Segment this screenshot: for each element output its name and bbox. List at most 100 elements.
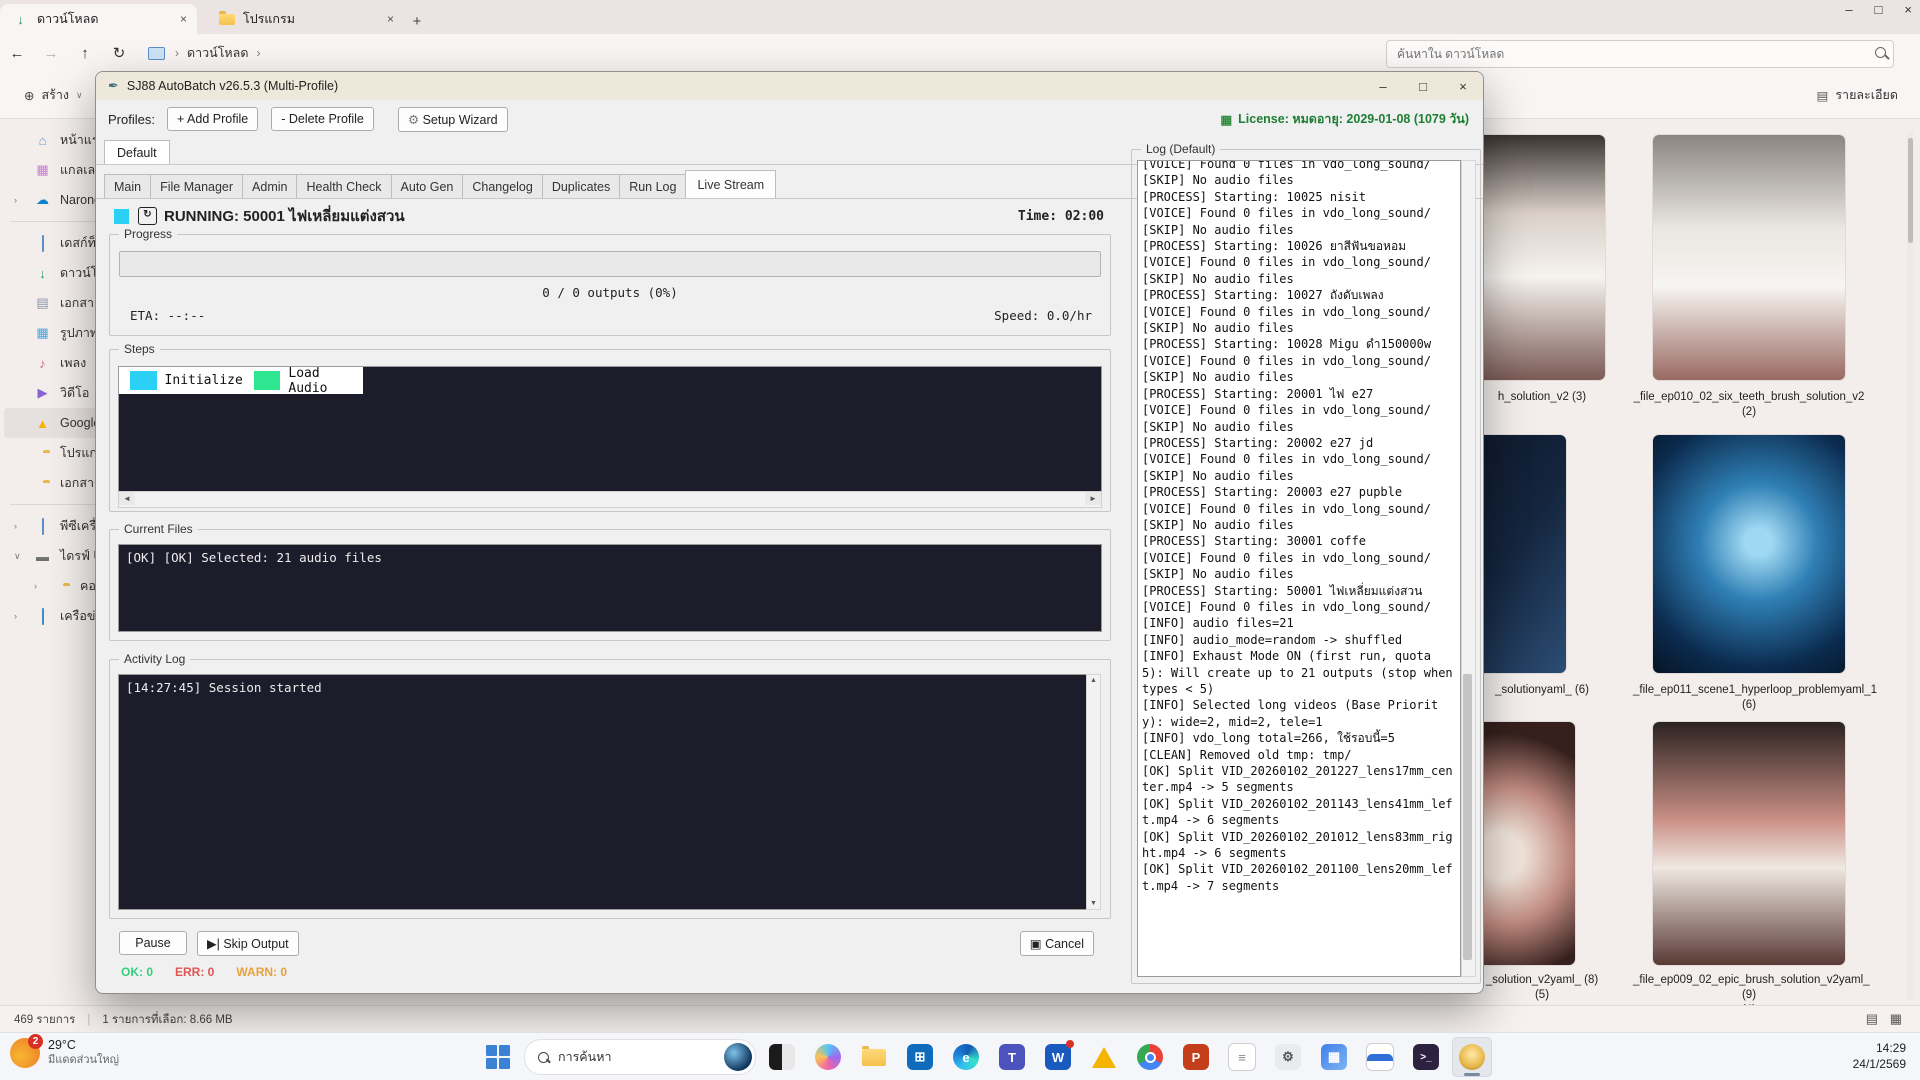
- scroll-down-icon[interactable]: ▼: [1087, 900, 1100, 907]
- search-label: การค้นหา: [558, 1050, 612, 1064]
- snipping-tool-icon[interactable]: [762, 1037, 802, 1077]
- scrollbar-thumb[interactable]: [1908, 138, 1913, 243]
- tab-changelog[interactable]: Changelog: [462, 174, 543, 198]
- taskbar: 2 29°C มีแดดส่วนใหญ่ การค้นหา ⊞ e T W P …: [0, 1032, 1920, 1080]
- tab-run-log[interactable]: Run Log: [619, 174, 687, 198]
- download-tab-icon: ↓: [17, 11, 24, 27]
- tab-main[interactable]: Main: [104, 174, 152, 198]
- log-scrollbar[interactable]: [1461, 160, 1476, 977]
- file-explorer-icon[interactable]: [854, 1037, 894, 1077]
- cancel-button[interactable]: ▣ Cancel: [1019, 931, 1094, 956]
- video-icon: ▶: [37, 385, 48, 400]
- network-icon: [34, 607, 51, 625]
- start-button[interactable]: [478, 1037, 518, 1077]
- steps-canvas[interactable]: Initialize Load Audio: [118, 366, 1102, 492]
- tab-health-check[interactable]: Health Check: [296, 174, 392, 198]
- tab-live-stream[interactable]: Live Stream: [685, 170, 777, 198]
- expand-chevron-icon[interactable]: ›: [14, 195, 17, 205]
- explorer-scrollbar[interactable]: [1907, 130, 1914, 1000]
- steps-horizontal-scrollbar[interactable]: ◄ ►: [118, 491, 1102, 508]
- pause-button[interactable]: Pause: [119, 931, 187, 955]
- powerpoint-icon[interactable]: P: [1176, 1037, 1216, 1077]
- breadcrumb[interactable]: ดาวน์โหลด: [187, 43, 248, 63]
- new-tab-button[interactable]: +: [404, 8, 430, 34]
- add-profile-button[interactable]: + Add Profile: [166, 107, 259, 131]
- delete-profile-button[interactable]: - Delete Profile: [271, 107, 374, 131]
- breadcrumb-chevron-icon[interactable]: ›: [256, 46, 260, 60]
- close-icon[interactable]: ×: [1904, 2, 1912, 17]
- details-pane-button[interactable]: ▤ รายละเอียด: [1817, 81, 1898, 109]
- profiles-label: Profiles:: [108, 111, 155, 127]
- tab-auto-gen[interactable]: Auto Gen: [390, 174, 464, 198]
- weather-widget[interactable]: 2 29°C มีแดดส่วนใหญ่: [10, 1034, 119, 1068]
- tab-admin[interactable]: Admin: [242, 174, 298, 198]
- minimize-button[interactable]: –: [1363, 72, 1403, 100]
- google-drive-icon[interactable]: [1084, 1037, 1124, 1077]
- file-name[interactable]: _solutionyaml_ (6): [1462, 683, 1622, 698]
- title-bar[interactable]: ✒ SJ88 AutoBatch v26.5.3 (Multi-Profile)…: [96, 72, 1483, 100]
- tab-duplicates[interactable]: Duplicates: [541, 174, 621, 198]
- log-text-area[interactable]: [VOICE] Found 0 files in vdo_long_sound/…: [1137, 160, 1461, 977]
- edge-icon[interactable]: e: [946, 1037, 986, 1077]
- profile-tab-default[interactable]: Default: [104, 140, 170, 165]
- close-tab-icon[interactable]: ×: [387, 12, 394, 26]
- app-feather-icon: ✒: [108, 78, 119, 93]
- forward-icon[interactable]: →: [34, 45, 68, 62]
- expand-chevron-icon[interactable]: ›: [14, 521, 17, 531]
- word-icon[interactable]: W: [1038, 1037, 1078, 1077]
- expand-chevron-icon[interactable]: ›: [14, 611, 17, 621]
- activity-log-scrollbar[interactable]: ▲ ▼: [1086, 674, 1101, 910]
- file-thumbnail[interactable]: [1653, 722, 1845, 965]
- file-name[interactable]: _solution_v2yaml_ (8) (5): [1462, 973, 1622, 1003]
- copilot-icon[interactable]: [808, 1037, 848, 1077]
- minimize-icon[interactable]: –: [1845, 2, 1852, 17]
- taskbar-search-box[interactable]: การค้นหา: [524, 1039, 756, 1075]
- thumbnail-view-icon[interactable]: ▦: [1890, 1011, 1902, 1027]
- microsoft-store-icon[interactable]: ⊞: [900, 1037, 940, 1077]
- close-tab-icon[interactable]: ×: [180, 12, 187, 26]
- file-thumbnail[interactable]: [1653, 435, 1845, 673]
- photos-icon[interactable]: ▦: [1314, 1037, 1354, 1077]
- run-status-row: ↻ RUNNING: 50001 ไฟเหลี่ยมแต่งสวน Time: …: [114, 205, 1104, 227]
- notification-badge: [1066, 1040, 1074, 1048]
- plus-circle-icon: ⊕: [24, 88, 35, 103]
- explorer-tab-downloads[interactable]: ↓ ดาวน์โหลด ×: [0, 4, 197, 34]
- refresh-icon[interactable]: ↻: [102, 44, 136, 62]
- bing-daily-image-icon[interactable]: [724, 1043, 752, 1071]
- expand-chevron-icon[interactable]: ›: [34, 581, 37, 591]
- maximize-icon[interactable]: □: [1875, 2, 1883, 17]
- new-item-button[interactable]: ⊕ สร้าง ∨: [14, 81, 93, 109]
- skip-output-button[interactable]: ▶| Skip Output: [197, 931, 299, 956]
- explorer-tab-programs[interactable]: โปรแกรม ×: [207, 4, 404, 34]
- scroll-up-icon[interactable]: ▲: [1087, 675, 1100, 684]
- teams-icon[interactable]: T: [992, 1037, 1032, 1077]
- explorer-search-input[interactable]: [1386, 40, 1894, 68]
- back-icon[interactable]: ←: [0, 45, 34, 62]
- file-thumbnail[interactable]: [1653, 135, 1845, 380]
- current-files-text[interactable]: [OK] [OK] Selected: 21 audio files: [118, 544, 1102, 632]
- error-counter: ERR: 0: [175, 965, 215, 979]
- setup-wizard-button[interactable]: ⚙ Setup Wizard: [397, 106, 508, 132]
- settings-gear-icon[interactable]: ⚙: [1268, 1037, 1308, 1077]
- file-name[interactable]: _file_ep010_02_six_teeth_brush_solution_…: [1633, 390, 1865, 420]
- terminal-icon[interactable]: >_: [1406, 1037, 1446, 1077]
- chrome-icon[interactable]: [1130, 1037, 1170, 1077]
- log-panel-label: Log (Default): [1141, 142, 1221, 156]
- scrollbar-thumb[interactable]: [1463, 674, 1472, 960]
- collapse-chevron-icon[interactable]: ∨: [14, 551, 21, 562]
- active-app-autobatch-icon[interactable]: [1452, 1037, 1492, 1077]
- activity-log-text[interactable]: [14:27:45] Session started: [118, 674, 1088, 910]
- details-view-icon[interactable]: ▤: [1866, 1011, 1878, 1027]
- scroll-right-icon[interactable]: ►: [1085, 492, 1101, 505]
- close-button[interactable]: ×: [1443, 72, 1483, 100]
- notes-icon[interactable]: ≡: [1222, 1037, 1262, 1077]
- search-icon: [1875, 47, 1886, 58]
- up-icon[interactable]: ↑: [68, 45, 102, 62]
- maximize-button[interactable]: □: [1403, 72, 1443, 100]
- scroll-left-icon[interactable]: ◄: [119, 492, 135, 505]
- file-name[interactable]: _file_ep011_scene1_hyperloop_problemyaml…: [1633, 683, 1877, 713]
- file-name[interactable]: h_solution_v2 (3): [1462, 390, 1622, 405]
- taskbar-clock[interactable]: 14:29 24/1/2569: [1853, 1040, 1906, 1072]
- calendar-icon[interactable]: [1360, 1037, 1400, 1077]
- tab-file-manager[interactable]: File Manager: [150, 174, 244, 198]
